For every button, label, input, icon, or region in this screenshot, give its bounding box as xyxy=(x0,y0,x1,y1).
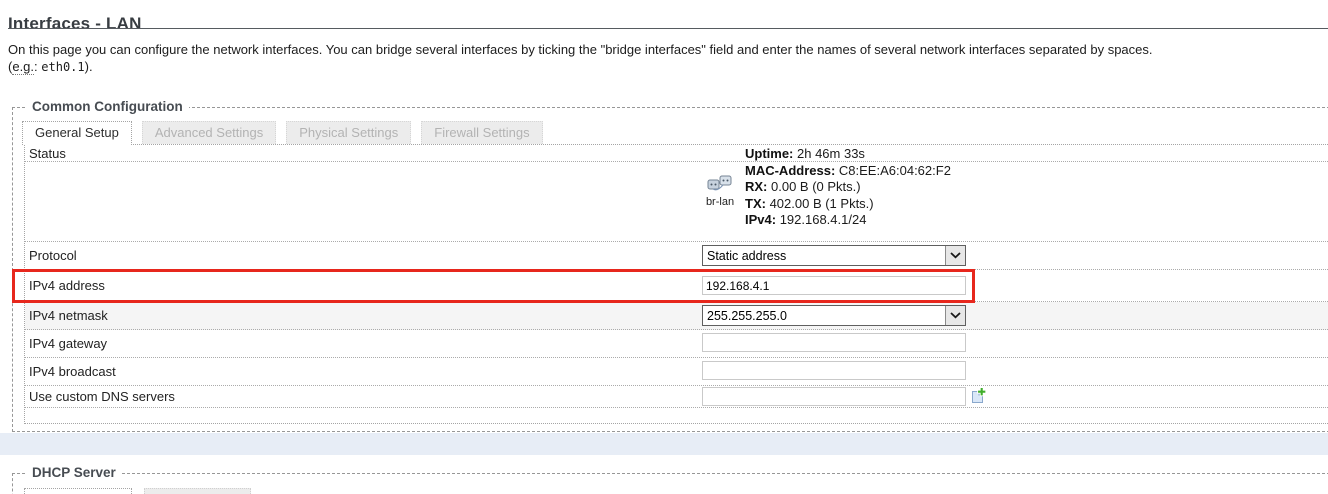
description-line-1: On this page you can configure the netwo… xyxy=(8,41,1153,58)
dhcp-tab-general-setup[interactable] xyxy=(24,488,132,494)
ipv4-address-input[interactable] xyxy=(702,276,966,295)
ipv4-address-row: IPv4 address xyxy=(25,270,1328,302)
status-rx: RX: 0.00 B (0 Pkts.) xyxy=(745,179,951,196)
dropdown-arrow-icon[interactable] xyxy=(945,246,965,265)
example-interface-code: eth0.1 xyxy=(41,60,84,74)
ipv4-gateway-input[interactable] xyxy=(702,333,966,352)
status-label: Status xyxy=(25,145,702,161)
status-tx: TX: 402.00 B (1 Pkts.) xyxy=(745,196,951,213)
description-line-2: (e.g.: eth0.1). xyxy=(8,58,1153,76)
custom-dns-input[interactable] xyxy=(702,387,966,406)
ipv4-netmask-label: IPv4 netmask xyxy=(25,302,702,329)
eg-abbr: e.g. xyxy=(12,59,34,75)
ipv4-netmask-select[interactable]: 255.255.255.0 xyxy=(702,305,966,326)
page-title: Interfaces - LAN xyxy=(8,14,142,34)
section-gap xyxy=(0,433,1328,455)
bridge-interface-icon xyxy=(707,174,733,192)
protocol-select[interactable]: Static address xyxy=(702,245,966,266)
ipv4-gateway-label: IPv4 gateway xyxy=(25,330,702,357)
dhcp-tab-advanced-settings[interactable] xyxy=(144,488,251,494)
protocol-row: Protocol Static address xyxy=(25,242,1328,270)
ipv4-netmask-selected-value: 255.255.255.0 xyxy=(703,309,945,323)
interface-status-details: Uptime: 2h 46m 33s MAC-Address: C8:EE:A6… xyxy=(745,146,951,229)
status-mac-address: MAC-Address: C8:EE:A6:04:62:F2 xyxy=(745,163,951,180)
add-entry-icon[interactable] xyxy=(969,387,986,404)
tab-general-setup[interactable]: General Setup xyxy=(22,121,132,145)
title-divider xyxy=(8,28,1328,29)
custom-dns-label: Use custom DNS servers xyxy=(25,386,702,407)
interfaces-lan-page: Interfaces - LAN On this page you can co… xyxy=(0,0,1328,494)
custom-dns-row: Use custom DNS servers xyxy=(25,386,1328,408)
ipv4-address-label: IPv4 address xyxy=(25,270,702,301)
tab-advanced-settings[interactable]: Advanced Settings xyxy=(142,121,276,144)
status-row: Status xyxy=(25,145,1328,162)
ipv4-broadcast-input[interactable] xyxy=(702,361,966,380)
status-spacer-row xyxy=(25,162,1328,242)
protocol-label: Protocol xyxy=(25,242,702,269)
tab-firewall-settings[interactable]: Firewall Settings xyxy=(421,121,542,144)
dhcp-server-legend: DHCP Server xyxy=(26,465,122,480)
page-description: On this page you can configure the netwo… xyxy=(8,41,1153,76)
interface-status-block: br-lan Uptime: 2h 46m 33s MAC-Address: C… xyxy=(697,146,951,229)
interface-name: br-lan xyxy=(697,196,743,208)
ipv4-broadcast-label: IPv4 broadcast xyxy=(25,358,702,385)
common-config-tabs: General Setup Advanced Settings Physical… xyxy=(22,121,543,145)
general-setup-panel: Status Protocol Static address IPv4 addr… xyxy=(24,144,1328,424)
ipv4-broadcast-row: IPv4 broadcast xyxy=(25,358,1328,386)
dropdown-arrow-icon[interactable] xyxy=(945,306,965,325)
status-ipv4: IPv4: 192.168.4.1/24 xyxy=(745,212,951,229)
status-uptime: Uptime: 2h 46m 33s xyxy=(745,146,951,163)
common-configuration-legend: Common Configuration xyxy=(26,99,189,114)
protocol-selected-value: Static address xyxy=(703,249,945,263)
ipv4-gateway-row: IPv4 gateway xyxy=(25,330,1328,358)
ipv4-netmask-row: IPv4 netmask 255.255.255.0 xyxy=(25,302,1328,330)
tab-physical-settings[interactable]: Physical Settings xyxy=(286,121,411,144)
